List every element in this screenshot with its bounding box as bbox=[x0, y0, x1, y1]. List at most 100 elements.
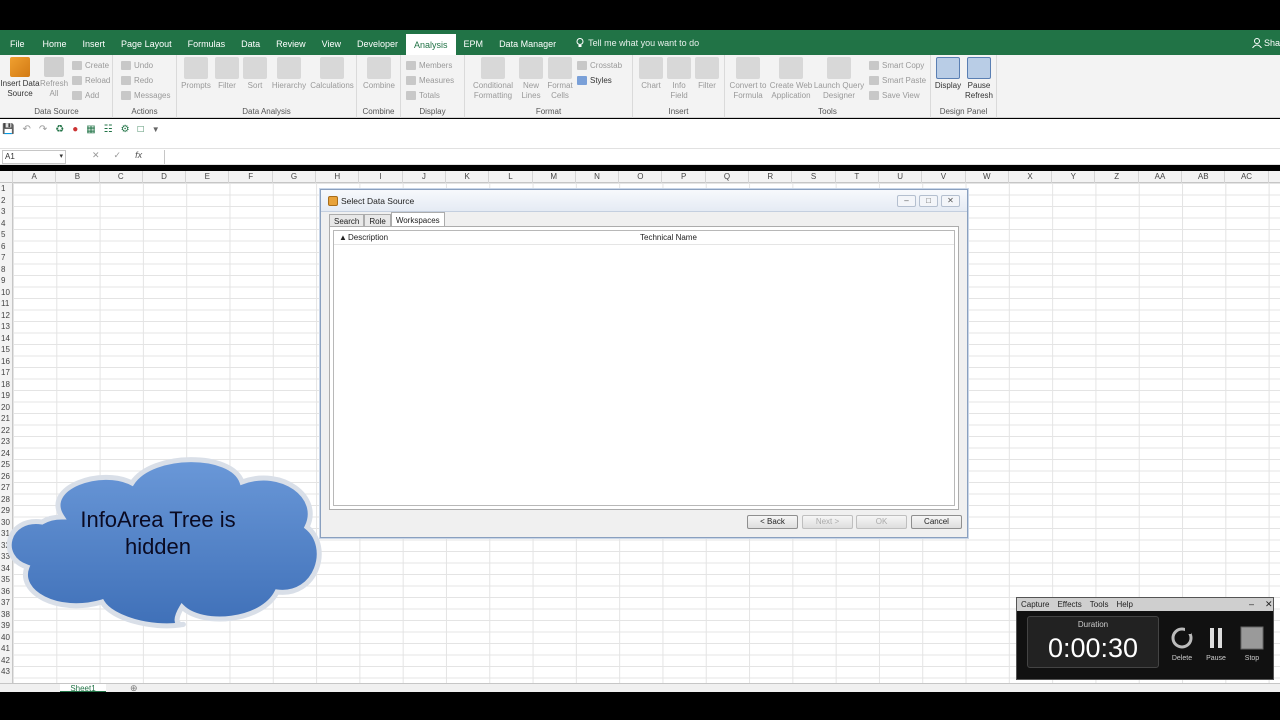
row-header[interactable]: 40 bbox=[0, 632, 13, 644]
row-header[interactable]: 18 bbox=[0, 379, 13, 391]
settings-qat-icon[interactable]: ⚙ bbox=[121, 124, 130, 135]
row-header[interactable]: 21 bbox=[0, 413, 13, 425]
column-header[interactable]: T bbox=[836, 171, 879, 183]
column-header[interactable]: E bbox=[186, 171, 230, 183]
column-header[interactable]: H bbox=[316, 171, 360, 183]
row-header[interactable]: 3 bbox=[0, 206, 13, 218]
column-header[interactable]: F bbox=[230, 171, 273, 183]
cancel-entry-icon[interactable]: ✕ bbox=[92, 150, 100, 161]
column-technical-name[interactable]: Technical Name bbox=[640, 231, 697, 245]
column-header[interactable]: AA bbox=[1139, 171, 1183, 183]
comment-icon[interactable]: □ bbox=[138, 124, 144, 135]
save-view-button[interactable]: Save View bbox=[869, 89, 920, 101]
formula-input[interactable] bbox=[164, 150, 1280, 164]
row-header[interactable]: 19 bbox=[0, 390, 13, 402]
ok-button[interactable]: OK bbox=[856, 515, 907, 529]
table-icon[interactable]: ▦ bbox=[86, 124, 95, 135]
column-header[interactable]: AC bbox=[1225, 171, 1269, 183]
column-header[interactable]: R bbox=[749, 171, 793, 183]
dialog-title-bar[interactable]: Select Data Source – □ ✕ bbox=[321, 190, 967, 212]
column-header[interactable]: J bbox=[403, 171, 446, 183]
display-panel-button[interactable]: Display bbox=[933, 57, 963, 91]
launch-query-designer-button[interactable]: Launch Query Designer bbox=[813, 57, 865, 101]
reload-button[interactable]: Reload bbox=[72, 74, 110, 86]
tab-insert[interactable]: Insert bbox=[75, 30, 114, 55]
row-header[interactable]: 12 bbox=[0, 310, 13, 322]
refresh-qat-icon[interactable]: ♻ bbox=[55, 124, 64, 135]
row-header[interactable]: 23 bbox=[0, 436, 13, 448]
column-header[interactable]: C bbox=[100, 171, 143, 183]
save-icon[interactable]: 💾 bbox=[2, 124, 14, 135]
insert-function-icon[interactable]: fx bbox=[135, 150, 142, 161]
name-box[interactable]: A1 ▾ bbox=[2, 150, 66, 164]
row-header[interactable]: 41 bbox=[0, 643, 13, 655]
prompts-button[interactable]: Prompts bbox=[179, 57, 213, 91]
back-button[interactable]: < Back bbox=[747, 515, 798, 529]
column-header[interactable]: Y bbox=[1052, 171, 1096, 183]
workspace-list[interactable]: ▲ Description Technical Name bbox=[333, 230, 955, 506]
column-header[interactable]: U bbox=[879, 171, 923, 183]
row-header[interactable]: 13 bbox=[0, 321, 13, 333]
row-header[interactable]: 11 bbox=[0, 298, 13, 310]
column-description[interactable]: Description bbox=[348, 231, 388, 245]
minimize-button[interactable]: – bbox=[897, 195, 916, 207]
delete-button[interactable]: Delete bbox=[1167, 626, 1197, 662]
tab-data[interactable]: Data bbox=[233, 30, 268, 55]
hierarchy-button[interactable]: Hierarchy bbox=[269, 57, 309, 91]
next-button[interactable]: Next > bbox=[802, 515, 853, 529]
row-header[interactable]: 7 bbox=[0, 252, 13, 264]
tab-data-manager[interactable]: Data Manager bbox=[491, 30, 564, 55]
remove-icon[interactable]: ● bbox=[72, 124, 78, 135]
user-account[interactable]: Sha bbox=[1252, 30, 1280, 55]
column-header[interactable]: W bbox=[966, 171, 1009, 183]
chart-button[interactable]: Chart bbox=[637, 57, 665, 91]
tab-view[interactable]: View bbox=[314, 30, 349, 55]
column-header[interactable]: AB bbox=[1182, 171, 1226, 183]
column-header[interactable]: I bbox=[359, 171, 403, 183]
members-button[interactable]: Members bbox=[406, 59, 452, 71]
crosstab-button[interactable]: Crosstab bbox=[577, 59, 622, 71]
menu-tools[interactable]: Tools bbox=[1086, 600, 1113, 609]
info-field-button[interactable]: Info Field bbox=[665, 57, 693, 101]
row-header[interactable]: 15 bbox=[0, 344, 13, 356]
row-header[interactable]: 2 bbox=[0, 195, 13, 207]
row-header[interactable]: 14 bbox=[0, 333, 13, 345]
column-header[interactable]: O bbox=[619, 171, 663, 183]
calculations-button[interactable]: Calculations bbox=[309, 57, 355, 91]
row-header[interactable]: 4 bbox=[0, 218, 13, 230]
tab-analysis[interactable]: Analysis bbox=[406, 34, 456, 55]
new-lines-button[interactable]: New Lines bbox=[517, 57, 545, 101]
menu-effects[interactable]: Effects bbox=[1053, 600, 1085, 609]
messages-button[interactable]: Messages bbox=[121, 89, 170, 101]
close-button[interactable]: ✕ bbox=[941, 195, 960, 207]
row-header[interactable]: 10 bbox=[0, 287, 13, 299]
undo-icon[interactable]: ↶ bbox=[22, 124, 30, 135]
row-header[interactable]: 16 bbox=[0, 356, 13, 368]
combine-button[interactable]: Combine bbox=[361, 57, 397, 91]
column-header[interactable]: X bbox=[1009, 171, 1053, 183]
format-cells-button[interactable]: Format Cells bbox=[545, 57, 575, 101]
recorder-close-icon[interactable]: ✕ bbox=[1261, 599, 1277, 610]
filter-qat-icon[interactable]: ☷ bbox=[104, 124, 113, 135]
tell-me-search[interactable]: Tell me what you want to do bbox=[568, 30, 707, 55]
tab-epm[interactable]: EPM bbox=[456, 30, 492, 55]
maximize-button[interactable]: □ bbox=[919, 195, 938, 207]
column-header[interactable]: L bbox=[489, 171, 533, 183]
row-header[interactable]: 17 bbox=[0, 367, 13, 379]
redo-icon[interactable]: ↷ bbox=[39, 124, 47, 135]
create-web-application-button[interactable]: Create Web Application bbox=[769, 57, 813, 101]
column-header[interactable]: Q bbox=[706, 171, 750, 183]
select-all-corner[interactable] bbox=[0, 171, 13, 183]
stop-button[interactable]: Stop bbox=[1237, 626, 1267, 662]
row-header[interactable]: 42 bbox=[0, 655, 13, 667]
insert-data-source-button[interactable]: Insert Data Source bbox=[0, 57, 40, 99]
refresh-all-button[interactable]: Refresh All bbox=[40, 57, 68, 99]
row-header[interactable]: 22 bbox=[0, 425, 13, 437]
column-header[interactable]: S bbox=[792, 171, 836, 183]
column-header[interactable]: D bbox=[143, 171, 187, 183]
row-header[interactable]: 1 bbox=[0, 183, 13, 195]
row-header[interactable]: 8 bbox=[0, 264, 13, 276]
customize-qat-icon[interactable]: ▼ bbox=[152, 125, 160, 134]
filter-button[interactable]: Filter bbox=[213, 57, 241, 91]
column-header[interactable]: A bbox=[13, 171, 57, 183]
